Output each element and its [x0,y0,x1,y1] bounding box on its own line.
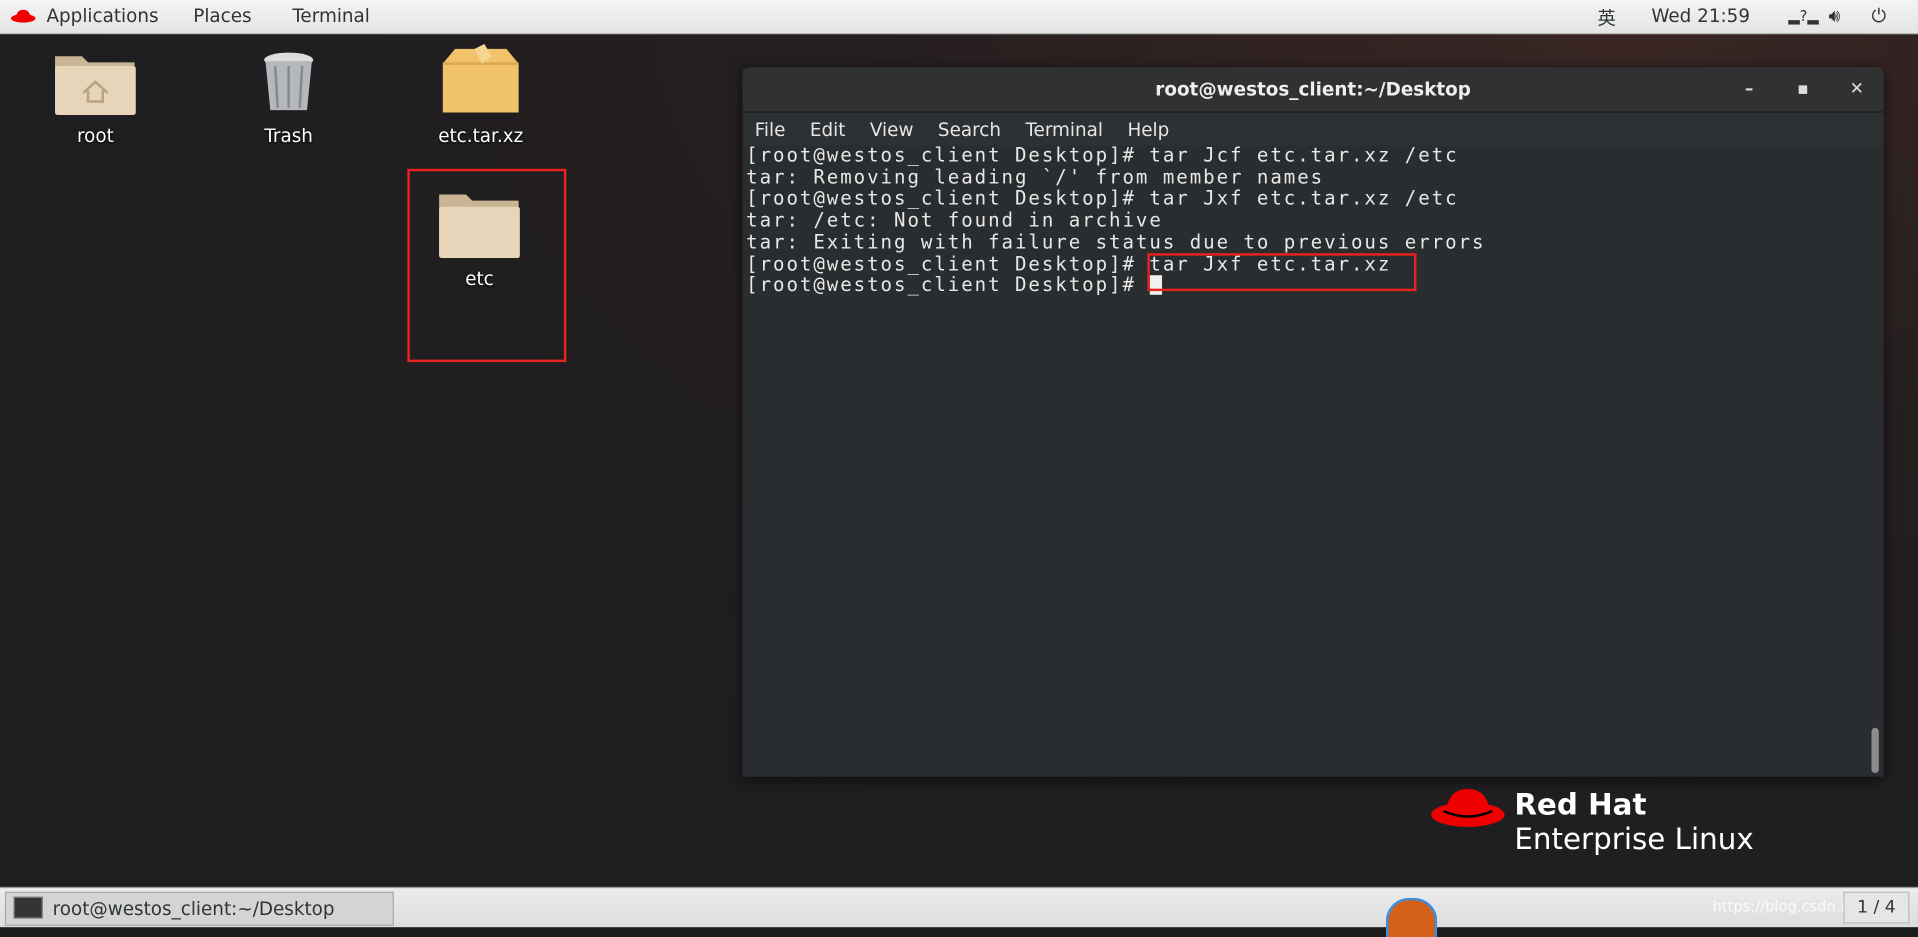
terminal-scrollbar[interactable] [1871,727,1879,774]
applications-menu[interactable]: Applications [46,5,158,27]
trash-icon [264,52,314,111]
home-folder-icon [55,56,136,115]
network-unknown-icon[interactable]: ▂?▂ [1788,7,1818,24]
terminal-line: [root@westos_client Desktop]# tar Jcf et… [746,144,1459,167]
taskbar: root@westos_client:~/Desktop https://blo… [0,886,1918,937]
terminal-prompt: [root@westos_client Desktop]# [746,274,1150,297]
desktop-icon-root[interactable]: root [34,49,156,147]
input-method-indicator[interactable]: 英 [1597,5,1615,31]
terminal-window[interactable]: root@westos_client:~/Desktop – ▪ ✕ File … [742,67,1884,777]
menu-terminal[interactable]: Terminal [1016,118,1113,140]
taskbar-window-label: root@westos_client:~/Desktop [52,897,335,920]
top-bar: Applications Places Terminal 英 Wed 21:59… [0,0,1918,35]
avatar [1385,897,1438,937]
terminal-line: [root@westos_client Desktop]# tar Jxf et… [746,187,1459,210]
maximize-button[interactable]: ▪ [1788,67,1817,111]
clock[interactable]: Wed 21:59 [1651,5,1750,27]
menu-help[interactable]: Help [1118,118,1179,140]
branding-line1: Red Hat [1514,787,1647,822]
places-menu[interactable]: Places [193,5,251,27]
terminal-menubar: File Edit View Search Terminal Help [742,112,1884,146]
minimize-button[interactable]: – [1734,67,1763,111]
terminal-line: tar: /etc: Not found in archive [746,209,1163,232]
highlight-box-etc-folder [407,168,567,363]
terminal-icon [13,896,43,919]
terminal-line: tar: Exiting with failure status due to … [746,230,1486,253]
menu-search[interactable]: Search [928,118,1011,140]
power-icon[interactable]: ⏻ [1871,5,1886,27]
volume-icon[interactable]: 🔊︎ [1829,5,1841,27]
terminal-output[interactable]: [root@westos_client Desktop]# tar Jcf et… [746,144,1866,777]
branding-line2: Enterprise Linux [1514,821,1754,857]
taskbar-window-terminal[interactable]: root@westos_client:~/Desktop [4,891,394,926]
highlight-box-command [1147,253,1417,292]
desktop-icon-etc-tar-xz[interactable]: etc.tar.xz [420,44,542,147]
archive-icon [442,44,519,113]
terminal-app-menu[interactable]: Terminal [292,5,370,27]
redhat-logo-icon [11,9,36,23]
redhat-logo-icon [1431,788,1505,827]
menu-edit[interactable]: Edit [800,118,855,140]
menu-view[interactable]: View [860,118,923,140]
menu-file[interactable]: File [745,118,795,140]
close-button[interactable]: ✕ [1842,67,1871,111]
terminal-line: tar: Removing leading `/' from member na… [746,165,1325,189]
workspace-switcher[interactable]: 1 / 4 [1843,891,1910,924]
desktop-icon-trash[interactable]: Trash [228,49,350,147]
terminal-titlebar[interactable]: root@westos_client:~/Desktop – ▪ ✕ [742,67,1884,113]
terminal-title: root@westos_client:~/Desktop [1155,78,1471,101]
